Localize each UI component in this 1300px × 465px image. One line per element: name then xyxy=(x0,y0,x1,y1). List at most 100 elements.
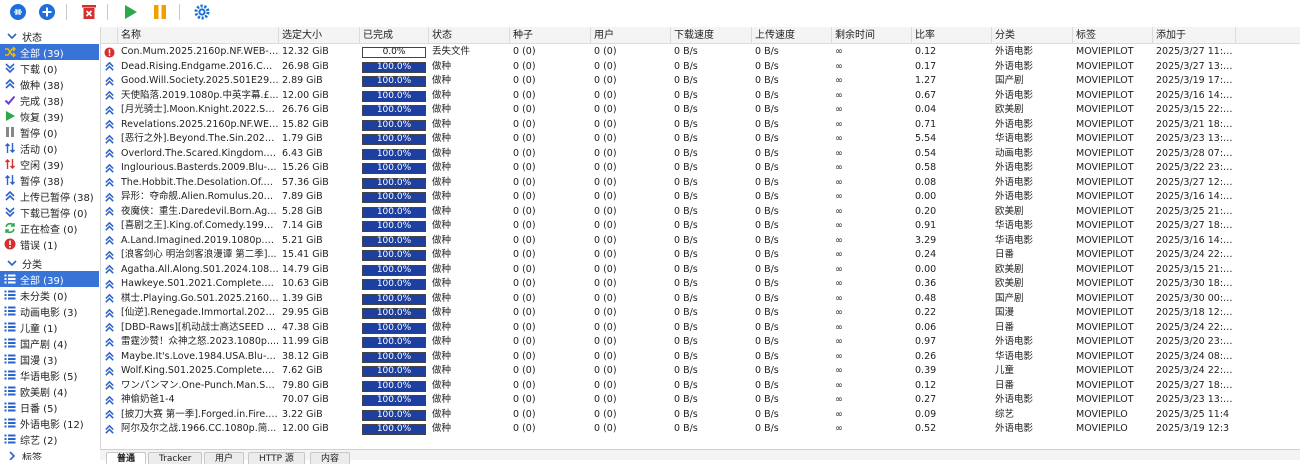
category-filter-item[interactable]: 华语电影 (5) xyxy=(0,367,99,383)
col-header-seeds[interactable]: 种子 xyxy=(510,27,591,44)
category-filter-item[interactable]: 未分类 (0) xyxy=(0,287,99,303)
table-row[interactable]: Good.Will.Society.2025.S01E29.2... 2.89 G… xyxy=(101,74,1300,89)
table-row[interactable]: [恶行之外].Beyond.The.Sin.2025.2... 1.79 GiB 1… xyxy=(101,132,1300,147)
table-row[interactable]: ワンパンマン.One-Punch.Man.S0... 79.80 GiB 100.0… xyxy=(101,379,1300,394)
table-row[interactable]: [DBD-Raws][机动战士高达SEED ... 47.38 GiB 100.0%… xyxy=(101,321,1300,336)
table-row[interactable]: Agatha.All.Along.S01.2024.1080p... 14.79 … xyxy=(101,263,1300,278)
status-filter-item[interactable]: 暂停 (38) xyxy=(0,172,99,188)
torrent-added: 2025/3/15 21:5... xyxy=(1156,263,1236,275)
status-filter-item[interactable]: 暂停 (0) xyxy=(0,124,99,140)
col-header-icon[interactable] xyxy=(101,27,118,44)
torrent-seeds: 0 (0) xyxy=(513,60,536,72)
torrent-eta: ∞ xyxy=(835,394,843,405)
pause-icon[interactable] xyxy=(150,2,170,22)
seeding-icon xyxy=(101,335,118,350)
category-filter-item[interactable]: 综艺 (2) xyxy=(0,431,99,447)
properties-tab[interactable]: 普通 xyxy=(106,452,147,464)
torrent-peers: 0 (0) xyxy=(594,162,617,173)
status-filter-item[interactable]: 下载 (0) xyxy=(0,60,99,76)
col-header-dl-speed[interactable]: 下载速度 xyxy=(671,27,752,44)
col-header-size[interactable]: 选定大小 xyxy=(279,27,360,44)
table-row[interactable]: 阿尔及尔之战.1966.CC.1080p.简... 12.00 GiB 100.0%… xyxy=(101,422,1300,437)
col-header-tags[interactable]: 标签 xyxy=(1073,27,1153,44)
table-row[interactable]: Revelations.2025.2160p.NF.WEB-... 15.82 G… xyxy=(101,118,1300,133)
delete-icon[interactable] xyxy=(79,2,99,22)
category-filter-item[interactable]: 日番 (5) xyxy=(0,399,99,415)
col-header-peers[interactable]: 用户 xyxy=(591,27,671,44)
status-filter-item[interactable]: 错误 (1) xyxy=(0,236,99,252)
category-filter-item[interactable]: 儿童 (1) xyxy=(0,319,99,335)
torrent-eta: ∞ xyxy=(835,350,843,362)
torrent-status: 做种 xyxy=(432,89,452,101)
col-header-ul-speed[interactable]: 上传速度 xyxy=(752,27,832,44)
table-row[interactable]: A.Land.Imagined.2019.1080p.NF.... 5.21 Gi… xyxy=(101,234,1300,249)
status-filter-item[interactable]: 活动 (0) xyxy=(0,140,99,156)
status-filter-item[interactable]: 全部 (39) xyxy=(0,44,99,60)
table-row[interactable]: [仙逆].Renegade.Immortal.2023.S... 29.95 Gi… xyxy=(101,306,1300,321)
col-header-ratio[interactable]: 比率 xyxy=(912,27,992,44)
status-filter-item[interactable]: 空闲 (39) xyxy=(0,156,99,172)
table-row[interactable]: 雷霆沙赞！众神之怒.2023.1080p.... 11.99 GiB 100.0% 做… xyxy=(101,335,1300,350)
table-row[interactable]: [月光骑士].Moon.Knight.2022.S01... 26.76 GiB 1… xyxy=(101,103,1300,118)
status-filter-item[interactable]: 上传已暂停 (38) xyxy=(0,188,99,204)
col-header-status[interactable]: 状态 xyxy=(429,27,510,44)
torrent-status: 做种 xyxy=(432,336,452,347)
col-header-eta[interactable]: 剩余时间 xyxy=(832,27,912,44)
torrent-tags: MOVIEPILOT xyxy=(1076,278,1134,289)
status-filter-item[interactable]: 正在检查 (0) xyxy=(0,220,99,236)
properties-tab[interactable]: 内容 xyxy=(310,452,351,464)
table-row[interactable]: Maybe.It's.Love.1984.USA.Blu-ray... 38.12… xyxy=(101,350,1300,365)
category-filter-item[interactable]: 国产剧 (4) xyxy=(0,335,99,351)
category-filter-item[interactable]: 国漫 (3) xyxy=(0,351,99,367)
upload-paused-icon xyxy=(3,189,17,203)
table-row[interactable]: 夜魔侠：重生.Daredevil.Born.Agai... 5.28 GiB 100… xyxy=(101,205,1300,220)
table-row[interactable]: Hawkeye.S01.2021.Complete.108... 10.63 Gi… xyxy=(101,277,1300,292)
properties-tab[interactable]: Tracker xyxy=(148,452,203,464)
table-row[interactable]: 棋士.Playing.Go.S01.2025.2160p.... 1.39 GiB… xyxy=(101,292,1300,307)
status-section-header[interactable]: 状态 xyxy=(0,28,99,44)
table-row[interactable]: 神偷奶爸1-4 70.07 GiB 100.0% 做种 0 (0) 0 (0) 0 B/s 0… xyxy=(101,393,1300,408)
torrent-size: 79.80 GiB xyxy=(282,379,329,391)
torrent-peers: 0 (0) xyxy=(594,234,617,246)
category-filter-item[interactable]: 外语电影 (12) xyxy=(0,415,99,431)
category-filter-item[interactable]: 欧美剧 (4) xyxy=(0,383,99,399)
gear-icon[interactable] xyxy=(192,2,212,22)
link-icon[interactable] xyxy=(8,2,28,22)
progress-text: 100.0% xyxy=(376,192,412,202)
status-filter-item[interactable]: 完成 (38) xyxy=(0,92,99,108)
category-filter-item[interactable]: 动画电影 (3) xyxy=(0,303,99,319)
torrent-name: Wolf.King.S01.2025.Complete.108... xyxy=(121,365,279,376)
col-header-progress[interactable]: 已完成 xyxy=(360,27,429,44)
status-filter-item[interactable]: 恢复 (39) xyxy=(0,108,99,124)
table-row[interactable]: [披刀大赛 第一季].Forged.in.Fire.2... 3.22 GiB 10… xyxy=(101,408,1300,423)
play-icon[interactable] xyxy=(120,2,140,22)
table-row[interactable]: [浪客剑心 明治剑客浪漫谭 第二季]... 15.41 GiB 100.0% 做种 0 … xyxy=(101,248,1300,263)
torrent-dl-speed: 0 B/s xyxy=(674,423,698,434)
table-row[interactable]: 异形：夺命舰.Alien.Romulus.2024... 7.89 GiB 100.… xyxy=(101,190,1300,205)
add-icon[interactable] xyxy=(37,2,57,22)
properties-tab[interactable]: 用户 xyxy=(204,452,245,464)
table-row[interactable]: Overlord.The.Scared.Kingdom.20... 6.43 Gi… xyxy=(101,147,1300,162)
torrent-category: 华语电影 xyxy=(995,133,1034,144)
col-header-category[interactable]: 分类 xyxy=(992,27,1073,44)
category-filter-item[interactable]: 全部 (39) xyxy=(0,271,99,287)
torrent-seeds: 0 (0) xyxy=(513,104,536,115)
progress-text: 100.0% xyxy=(376,395,412,405)
category-section-header[interactable]: 分类 xyxy=(0,255,99,271)
col-header-name[interactable]: 名称 xyxy=(118,27,279,44)
seeding-icon xyxy=(101,118,118,133)
table-row[interactable]: Con.Mum.2025.2160p.NF.WEB-D... 12.32 GiB 0… xyxy=(101,45,1300,60)
table-row[interactable]: [喜剧之王].King.of.Comedy.1999.2... 7.14 GiB 1… xyxy=(101,219,1300,234)
properties-tab[interactable]: HTTP 源 xyxy=(248,452,305,464)
table-row[interactable]: Wolf.King.S01.2025.Complete.108... 7.62 G… xyxy=(101,364,1300,379)
table-row[interactable]: Dead.Rising.Endgame.2016.COM... 26.98 GiB… xyxy=(101,60,1300,75)
table-row[interactable]: The.Hobbit.The.Desolation.Of.Sm... 57.36 … xyxy=(101,176,1300,191)
table-row[interactable]: 天使陷落.2019.1080p.中英字幕.£... 12.00 GiB 100.0%… xyxy=(101,89,1300,104)
col-header-added[interactable]: 添加于 xyxy=(1153,27,1236,44)
progress-cell: 100.0% xyxy=(360,379,429,394)
table-row[interactable]: Inglourious.Basterds.2009.Blu-ray... 15.2… xyxy=(101,161,1300,176)
status-filter-item[interactable]: 做种 (38) xyxy=(0,76,99,92)
tags-section-header[interactable]: 标签 xyxy=(0,448,99,460)
torrent-category: 儿童 xyxy=(995,365,1015,376)
status-filter-item[interactable]: 下载已暂停 (0) xyxy=(0,204,99,220)
